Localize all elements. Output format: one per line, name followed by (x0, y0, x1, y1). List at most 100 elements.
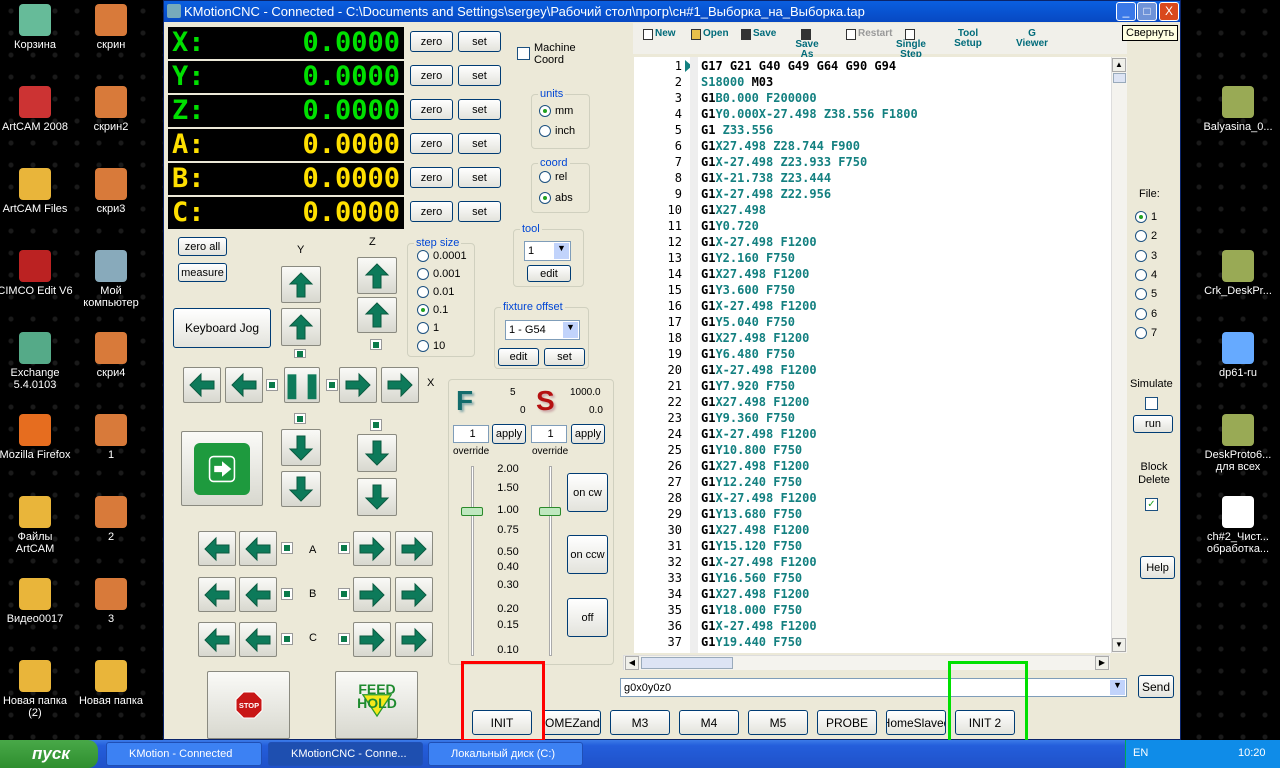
code-line[interactable]: G1X-27.498 F1200 (701, 555, 817, 569)
code-line[interactable]: G1X-27.498 F1200 (701, 235, 817, 249)
spindle-override-input[interactable]: 1 (531, 425, 567, 443)
set-a-button[interactable]: set (458, 133, 501, 154)
file-radio-3[interactable]: 3 (1135, 249, 1157, 262)
desktop-icon[interactable]: Crk_DeskPr... (1198, 250, 1278, 297)
spindle-override-slider-thumb[interactable] (539, 507, 561, 516)
code-line[interactable]: G1Y0.720 (701, 219, 759, 233)
jog-x-minus-fast[interactable] (183, 367, 221, 403)
jog-b-minus[interactable] (239, 577, 277, 612)
code-line[interactable]: G1Y5.040 F750 (701, 315, 795, 329)
toolbar-single-step-button[interactable]: Single Step (894, 29, 928, 60)
jog-a-minus[interactable] (239, 531, 277, 566)
desktop-icon[interactable]: Файлы ArtCAM (0, 496, 73, 555)
code-line[interactable]: G1X-27.498 Z22.956 (701, 187, 831, 201)
spindle-apply-button[interactable]: apply (571, 424, 605, 444)
desktop-icon[interactable]: скрин2 (73, 86, 149, 133)
desktop-icon[interactable]: Mozilla Firefox (0, 414, 73, 461)
maximize-button[interactable]: □ (1137, 2, 1157, 21)
toolbar-open-button[interactable]: Open (691, 29, 729, 40)
jog-y-minus[interactable] (281, 429, 321, 466)
user-button-m3[interactable]: M3 (610, 710, 670, 735)
user-button-homezand[interactable]: HOMEZand> (542, 710, 601, 735)
vertical-scrollbar[interactable]: ▲ ▼ (1111, 57, 1127, 653)
code-line[interactable]: G1X27.498 F1200 (701, 395, 809, 409)
jog-a-plus-step[interactable] (338, 542, 350, 554)
code-line[interactable]: G1Y3.600 F750 (701, 283, 795, 297)
code-line[interactable]: G1Y18.000 F750 (701, 603, 802, 617)
desktop-icon[interactable]: Новая папка (2) (0, 660, 73, 719)
jog-x-minus-step[interactable] (266, 379, 278, 391)
spindle-override-slider-track[interactable] (549, 466, 552, 656)
file-radio-2[interactable]: 2 (1135, 230, 1157, 243)
desktop-icon[interactable]: Exchange 5.4.0103 (0, 332, 73, 391)
code-line[interactable]: G1X27.498 F1200 (701, 331, 809, 345)
desktop-icon[interactable]: Новая папка (73, 660, 149, 707)
jog-y-plus-fast[interactable] (281, 266, 321, 303)
user-button-probe[interactable]: PROBE (817, 710, 877, 735)
file-radio-5[interactable]: 5 (1135, 288, 1157, 301)
units-radio-inch[interactable]: inch (539, 125, 575, 137)
coord-radio-rel[interactable]: rel (539, 171, 567, 183)
feed-override-slider-track[interactable] (471, 466, 474, 656)
code-line[interactable]: G1X-27.498 F1200 (701, 491, 817, 505)
jog-z-minus-fast[interactable] (357, 478, 397, 516)
code-line[interactable]: G1Y12.240 F750 (701, 475, 802, 489)
jog-b-minus-fast[interactable] (198, 577, 236, 612)
jog-b-plus-fast[interactable] (395, 577, 433, 612)
code-line[interactable]: G1Y2.160 F750 (701, 251, 795, 265)
fixture-select[interactable]: 1 - G54 ▼ (505, 320, 580, 340)
feed-hold-button[interactable]: FEED HOLD (335, 671, 418, 739)
jog-c-plus-step[interactable] (338, 633, 350, 645)
spindle-off-button[interactable]: off (567, 598, 608, 637)
step-radio-0.1[interactable]: 0.1 (417, 304, 448, 316)
zero-all-button[interactable]: zero all (178, 237, 227, 256)
toolbar-save-button[interactable]: Save (741, 29, 776, 40)
send-button[interactable]: Send (1138, 675, 1174, 698)
block-delete-checkbox[interactable]: ✓ (1145, 498, 1158, 511)
code-line[interactable]: S18000 M03 (701, 75, 773, 89)
code-line[interactable]: G1Y0.000X-27.498 Z38.556 F1800 (701, 107, 918, 121)
run-button[interactable]: run (1133, 415, 1173, 433)
code-line[interactable]: G1X-27.498 F1200 (701, 427, 817, 441)
user-button-m5[interactable]: M5 (748, 710, 808, 735)
spindle-on-ccw-button[interactable]: on ccw (567, 535, 608, 574)
feed-override-input[interactable]: 1 (453, 425, 489, 443)
user-button-m4[interactable]: M4 (679, 710, 739, 735)
jog-c-minus-step[interactable] (281, 633, 293, 645)
tool-edit-button[interactable]: edit (527, 265, 571, 282)
code-line[interactable]: G1Y10.800 F750 (701, 443, 802, 457)
code-line[interactable]: G1X-27.498 F1200 (701, 299, 817, 313)
horizontal-scrollbar[interactable]: ◀ ▶ (623, 655, 1110, 670)
coord-radio-abs[interactable]: abs (539, 192, 573, 204)
code-line[interactable]: G1Y7.920 F750 (701, 379, 795, 393)
jog-x-plus-fast[interactable] (381, 367, 419, 403)
fixture-set-button[interactable]: set (544, 348, 585, 366)
set-y-button[interactable]: set (458, 65, 501, 86)
tool-select[interactable]: 1 ▼ (524, 241, 571, 261)
jog-z-plus[interactable] (357, 297, 397, 333)
desktop-icon[interactable]: Мой компьютер (73, 250, 149, 309)
start-button[interactable]: пуск (0, 740, 98, 768)
mdi-command-input[interactable]: g0x0y0z0 ▼ (620, 678, 1127, 697)
code-line[interactable]: G1X27.498 F1200 (701, 523, 809, 537)
code-line[interactable]: G1X27.498 F1200 (701, 459, 809, 473)
code-line[interactable]: G1Y13.680 F750 (701, 507, 802, 521)
jog-b-minus-step[interactable] (281, 588, 293, 600)
zero-x-button[interactable]: zero (410, 31, 453, 52)
zero-c-button[interactable]: zero (410, 201, 453, 222)
desktop-icon[interactable]: CIMCO Edit V6 (0, 250, 73, 297)
scroll-up-icon[interactable]: ▲ (1112, 58, 1126, 72)
step-radio-10[interactable]: 10 (417, 340, 445, 352)
jog-y-plus-step[interactable] (294, 349, 306, 358)
code-line[interactable]: G1X-27.498 F1200 (701, 363, 817, 377)
set-b-button[interactable]: set (458, 167, 501, 188)
toolbar-new-button[interactable]: New (643, 29, 676, 40)
jog-c-plus-fast[interactable] (395, 622, 433, 657)
step-radio-0.001[interactable]: 0.001 (417, 268, 461, 280)
code-line[interactable]: G1Y6.480 F750 (701, 347, 795, 361)
code-line[interactable]: G17 G21 G40 G49 G64 G90 G94 (701, 59, 896, 73)
toolbar-g-viewer-button[interactable]: G Viewer (1015, 29, 1049, 49)
feed-apply-button[interactable]: apply (492, 424, 526, 444)
desktop-icon[interactable]: ArtCAM 2008 (0, 86, 73, 133)
simulate-checkbox[interactable] (1145, 397, 1158, 410)
